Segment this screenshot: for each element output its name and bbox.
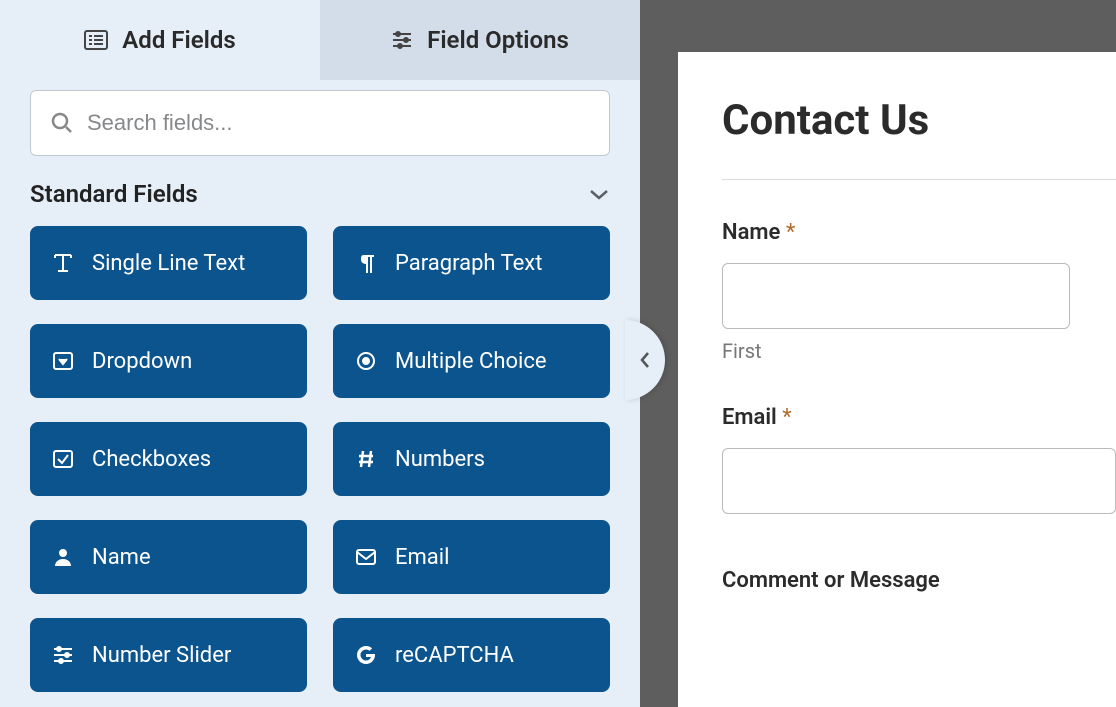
field-number-slider[interactable]: Number Slider bbox=[30, 618, 307, 692]
email-label: Email * bbox=[722, 405, 1116, 430]
checkbox-icon bbox=[52, 448, 74, 470]
field-grid: Single Line Text Paragraph Text Dropdown… bbox=[0, 226, 640, 692]
first-sublabel: First bbox=[722, 339, 1070, 363]
user-icon bbox=[52, 546, 74, 568]
list-icon bbox=[84, 30, 108, 50]
field-recaptcha[interactable]: reCAPTCHA bbox=[333, 618, 610, 692]
paragraph-icon bbox=[355, 252, 377, 274]
sliders-icon bbox=[52, 644, 74, 666]
email-input[interactable] bbox=[722, 448, 1116, 514]
field-label: Numbers bbox=[395, 447, 485, 472]
field-label: Email bbox=[395, 545, 449, 570]
chevron-left-icon bbox=[638, 349, 652, 371]
tab-field-options[interactable]: Field Options bbox=[320, 0, 640, 80]
search-icon bbox=[51, 112, 73, 134]
required-mark: * bbox=[786, 220, 795, 245]
tab-add-fields[interactable]: Add Fields bbox=[0, 0, 320, 80]
field-label: reCAPTCHA bbox=[395, 643, 514, 668]
field-checkboxes[interactable]: Checkboxes bbox=[30, 422, 307, 496]
required-mark: * bbox=[782, 405, 791, 430]
first-name-input[interactable] bbox=[722, 263, 1070, 329]
field-label: Dropdown bbox=[92, 349, 192, 374]
form-preview: Contact Us Name * First L Email * Commen… bbox=[678, 52, 1116, 707]
field-label: Paragraph Text bbox=[395, 251, 542, 276]
field-email[interactable]: Email bbox=[333, 520, 610, 594]
radio-icon bbox=[355, 350, 377, 372]
form-title: Contact Us bbox=[722, 96, 1116, 145]
field-single-line-text[interactable]: Single Line Text bbox=[30, 226, 307, 300]
google-icon bbox=[355, 644, 377, 666]
section-header[interactable]: Standard Fields bbox=[0, 174, 640, 226]
search-wrap bbox=[0, 80, 640, 174]
name-label: Name * bbox=[722, 220, 1116, 245]
dropdown-icon bbox=[52, 350, 74, 372]
field-label: Single Line Text bbox=[92, 251, 245, 276]
field-numbers[interactable]: Numbers bbox=[333, 422, 610, 496]
field-dropdown[interactable]: Dropdown bbox=[30, 324, 307, 398]
field-label: Checkboxes bbox=[92, 447, 211, 472]
field-multiple-choice[interactable]: Multiple Choice bbox=[333, 324, 610, 398]
name-input-row: First L bbox=[722, 263, 1116, 405]
field-label: Number Slider bbox=[92, 643, 231, 668]
sliders-icon bbox=[391, 29, 413, 51]
field-paragraph-text[interactable]: Paragraph Text bbox=[333, 226, 610, 300]
tab-add-fields-label: Add Fields bbox=[122, 26, 235, 54]
fields-sidebar: Add Fields Field Options Standard Fields bbox=[0, 0, 640, 707]
section-title: Standard Fields bbox=[30, 180, 198, 208]
field-label: Name bbox=[92, 545, 151, 570]
search-box[interactable] bbox=[30, 90, 610, 156]
envelope-icon bbox=[355, 546, 377, 568]
tab-field-options-label: Field Options bbox=[427, 26, 569, 54]
divider bbox=[722, 179, 1116, 180]
comment-label: Comment or Message bbox=[722, 568, 1116, 593]
field-label: Multiple Choice bbox=[395, 349, 547, 374]
hash-icon bbox=[355, 448, 377, 470]
text-icon bbox=[52, 252, 74, 274]
search-input[interactable] bbox=[87, 110, 589, 136]
sidebar-collapse-handle[interactable] bbox=[625, 320, 665, 400]
sidebar-tabs: Add Fields Field Options bbox=[0, 0, 640, 80]
field-name[interactable]: Name bbox=[30, 520, 307, 594]
chevron-down-icon bbox=[588, 187, 610, 201]
